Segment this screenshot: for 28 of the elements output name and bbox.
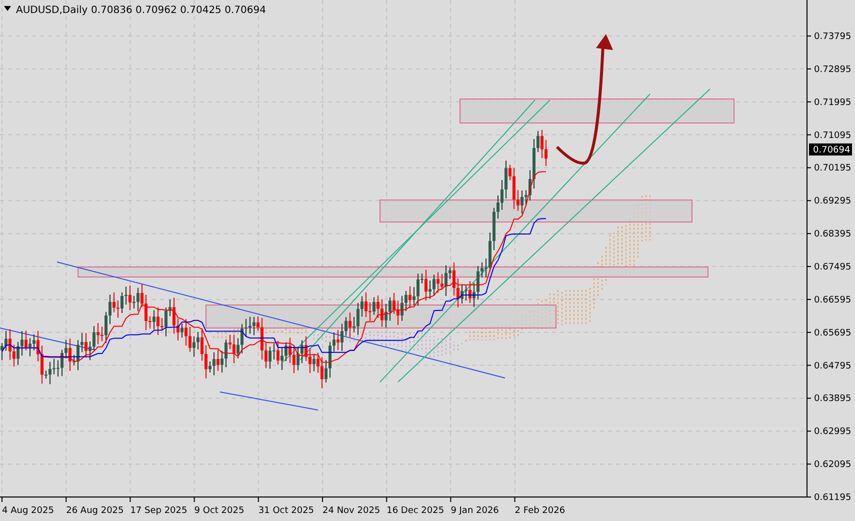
price-axis-label: 0.68395: [814, 230, 852, 240]
date-axis-label: 9 Jan 2026: [450, 506, 499, 516]
price-axis-label: 0.71095: [814, 130, 852, 141]
current-price-label: 0.70694: [809, 143, 852, 156]
price-axis-label: 0.66595: [814, 295, 852, 306]
price-axis-label: 0.63895: [814, 394, 852, 404]
price-axis-label: 0.61195: [814, 493, 852, 504]
date-axis-label: 2 Feb 2026: [514, 506, 566, 516]
date-axis-label: 24 Nov 2025: [322, 506, 380, 516]
dropdown-icon[interactable]: [4, 6, 11, 11]
ohlc-values: 0.70836 0.70962 0.70425 0.70694: [91, 5, 266, 16]
price-axis-label: 0.70195: [814, 164, 852, 174]
date-axis-label: 31 Oct 2025: [258, 506, 314, 516]
date-axis-label: 26 Aug 2025: [66, 506, 124, 516]
date-axis-label: 17 Sep 2025: [130, 506, 188, 516]
price-axis-label: 0.67495: [814, 262, 852, 272]
chart-symbol-title: AUDUSD,Daily: [16, 5, 88, 16]
price-axis-label: 0.65695: [814, 328, 852, 338]
price-axis-label: 0.71995: [814, 98, 852, 108]
price-axis-label: 0.69295: [814, 196, 852, 207]
date-axis-label: 9 Oct 2025: [194, 506, 244, 516]
price-axis-label: 0.64795: [814, 361, 852, 372]
price-axis-label: 0.62095: [814, 460, 852, 470]
date-axis-label: 4 Aug 2025: [2, 506, 54, 516]
price-axis-label: 0.62995: [814, 427, 852, 438]
price-axis-label: 0.72895: [814, 64, 852, 75]
date-axis-label: 16 Dec 2025: [386, 506, 444, 516]
price-axis-label: 0.73795: [814, 32, 852, 42]
